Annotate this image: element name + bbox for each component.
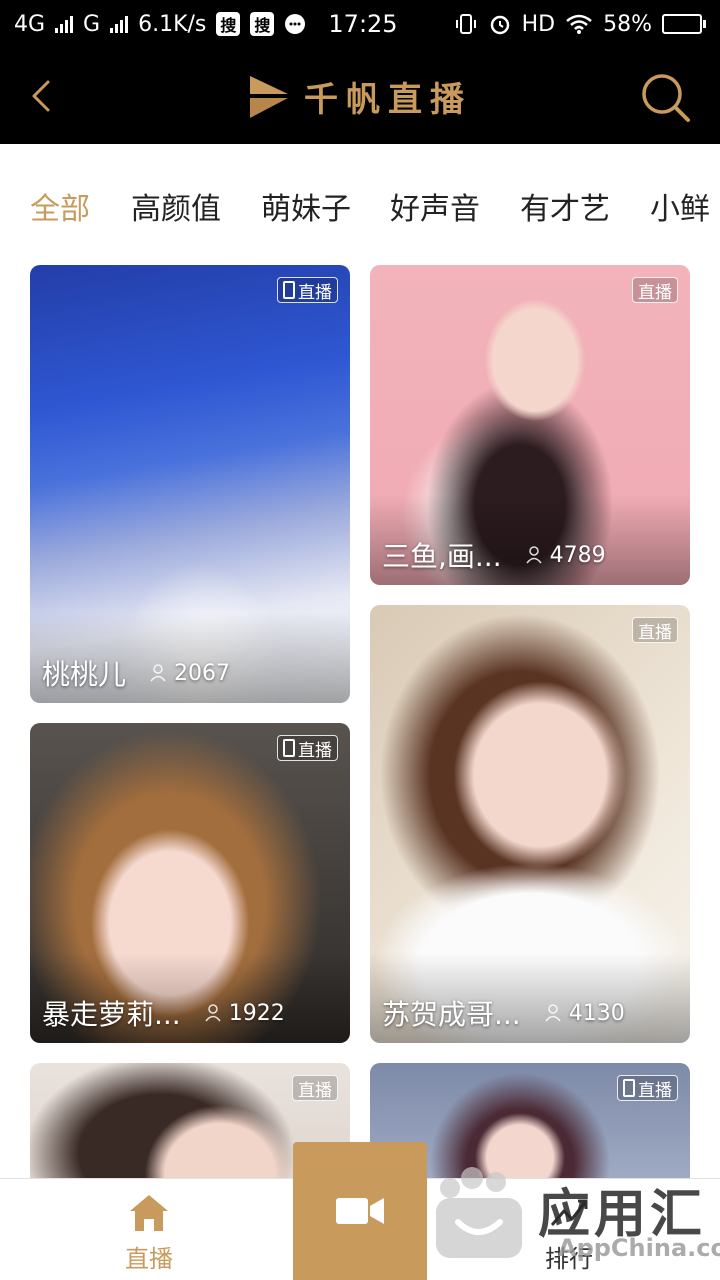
- live-badge-label: 直播: [298, 282, 332, 303]
- home-icon: [130, 1195, 168, 1231]
- live-badge-label: 直播: [638, 1080, 672, 1101]
- alarm-icon: [490, 15, 509, 35]
- live-badge-label: 直播: [298, 740, 332, 761]
- streamer-name: 暴走萝莉...: [42, 998, 181, 1031]
- live-badge-label: 直播: [638, 622, 672, 643]
- video-camera-icon: [336, 1198, 384, 1224]
- tab-good-voice[interactable]: 好声音: [390, 184, 480, 228]
- viewer-icon: [205, 1004, 221, 1022]
- nav-rank-label: 排行: [545, 1245, 593, 1273]
- signal-icon: [55, 15, 74, 33]
- hd-indicator: HD: [521, 11, 556, 37]
- vibrate-icon: [455, 14, 476, 34]
- search-icon[interactable]: [640, 72, 692, 124]
- trend-icon: [550, 1199, 588, 1226]
- viewer-count: 4130: [568, 1000, 625, 1026]
- viewer-icon: [545, 1004, 561, 1022]
- nav-rank[interactable]: 排行: [509, 1193, 629, 1274]
- streamer-name: 苏贺成哥...: [382, 998, 521, 1031]
- chat-icon: [285, 14, 306, 34]
- battery-percent: 58%: [603, 11, 652, 37]
- stream-card[interactable]: 直播 三鱼,画... 4789: [370, 265, 690, 585]
- tab-all[interactable]: 全部: [30, 184, 90, 228]
- network-type-2: G: [83, 11, 101, 37]
- start-live-button[interactable]: [293, 1142, 427, 1280]
- stream-card[interactable]: 直播 桃桃儿 2067: [30, 265, 350, 703]
- tab-cute-girls[interactable]: 萌妹子: [261, 184, 351, 228]
- viewer-count: 2067: [174, 660, 231, 686]
- mobile-icon: [283, 281, 295, 299]
- live-badge: 直播: [632, 277, 678, 303]
- tab-high-looks[interactable]: 高颜值: [131, 184, 221, 228]
- viewer-count: 4789: [549, 542, 606, 568]
- clock: 17:25: [328, 10, 398, 38]
- stream-info: 三鱼,画... 4789: [382, 535, 606, 575]
- mobile-icon: [283, 739, 295, 757]
- live-badge: 直播: [277, 277, 338, 303]
- sail-logo-icon: [250, 75, 288, 118]
- wifi-icon: [566, 14, 592, 34]
- live-badge: 直播: [277, 735, 338, 761]
- tab-talent[interactable]: 有才艺: [520, 184, 610, 228]
- live-badge-label: 直播: [638, 282, 672, 303]
- nav-live[interactable]: 直播: [89, 1193, 209, 1274]
- mobile-icon: [623, 1079, 635, 1097]
- back-icon[interactable]: [22, 76, 62, 116]
- app-header: 千帆直播: [0, 48, 720, 144]
- app-logo: 千帆直播: [248, 72, 472, 121]
- stream-card[interactable]: 直播 暴走萝莉... 1922: [30, 723, 350, 1043]
- sogou-icon-2: 搜: [250, 12, 275, 36]
- network-speed: 6.1K/s: [138, 11, 207, 37]
- viewer-count: 1922: [228, 1000, 285, 1026]
- signal-icon-2: [110, 15, 129, 33]
- streamer-name: 桃桃儿: [42, 658, 127, 691]
- network-type: 4G: [14, 11, 46, 37]
- sogou-icon: 搜: [216, 12, 241, 36]
- live-badge: 直播: [292, 1075, 338, 1101]
- live-badge: 直播: [617, 1075, 678, 1101]
- tab-young-guys[interactable]: 小鲜: [650, 184, 710, 228]
- streamer-name: 三鱼,画...: [382, 540, 502, 573]
- viewer-icon: [526, 546, 542, 564]
- nav-live-label: 直播: [125, 1245, 173, 1273]
- status-right: HD 58%: [454, 12, 706, 37]
- category-tabs: 全部 高颜值 萌妹子 好声音 有才艺 小鲜: [0, 144, 720, 264]
- stream-info: 暴走萝莉... 1922: [42, 993, 285, 1033]
- live-badge: 直播: [632, 617, 678, 643]
- stream-card[interactable]: 直播 苏贺成哥... 4130: [370, 605, 690, 1043]
- battery-icon: [662, 14, 706, 34]
- stream-info: 苏贺成哥... 4130: [382, 993, 625, 1033]
- app-title: 千帆直播: [304, 80, 472, 120]
- status-left: 4G G 6.1K/s 搜 搜 17:25: [14, 10, 398, 38]
- live-badge-label: 直播: [298, 1080, 332, 1101]
- viewer-icon: [150, 664, 166, 682]
- status-bar: 4G G 6.1K/s 搜 搜 17:25 HD 58%: [0, 0, 720, 48]
- stream-info: 桃桃儿 2067: [42, 653, 230, 693]
